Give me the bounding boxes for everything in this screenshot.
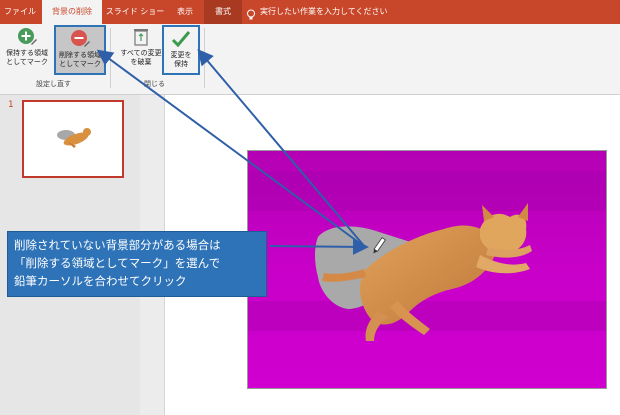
callout-line-2: 「削除する領域としてマーク」を選んで — [14, 256, 221, 270]
annotation-arrows — [96, 48, 369, 255]
arrow-to-mark-remove — [96, 49, 366, 248]
callout-line-1: 削除されていない背景部分がある場合は — [14, 238, 221, 252]
arrow-to-pencil — [269, 238, 369, 255]
callout-line-3: 鉛筆カーソルを合わせてクリック — [14, 274, 187, 288]
instruction-callout: 削除されていない背景部分がある場合は 「削除する領域としてマーク」を選んで 鉛筆… — [7, 231, 267, 297]
arrow-to-keep-changes — [197, 48, 366, 248]
